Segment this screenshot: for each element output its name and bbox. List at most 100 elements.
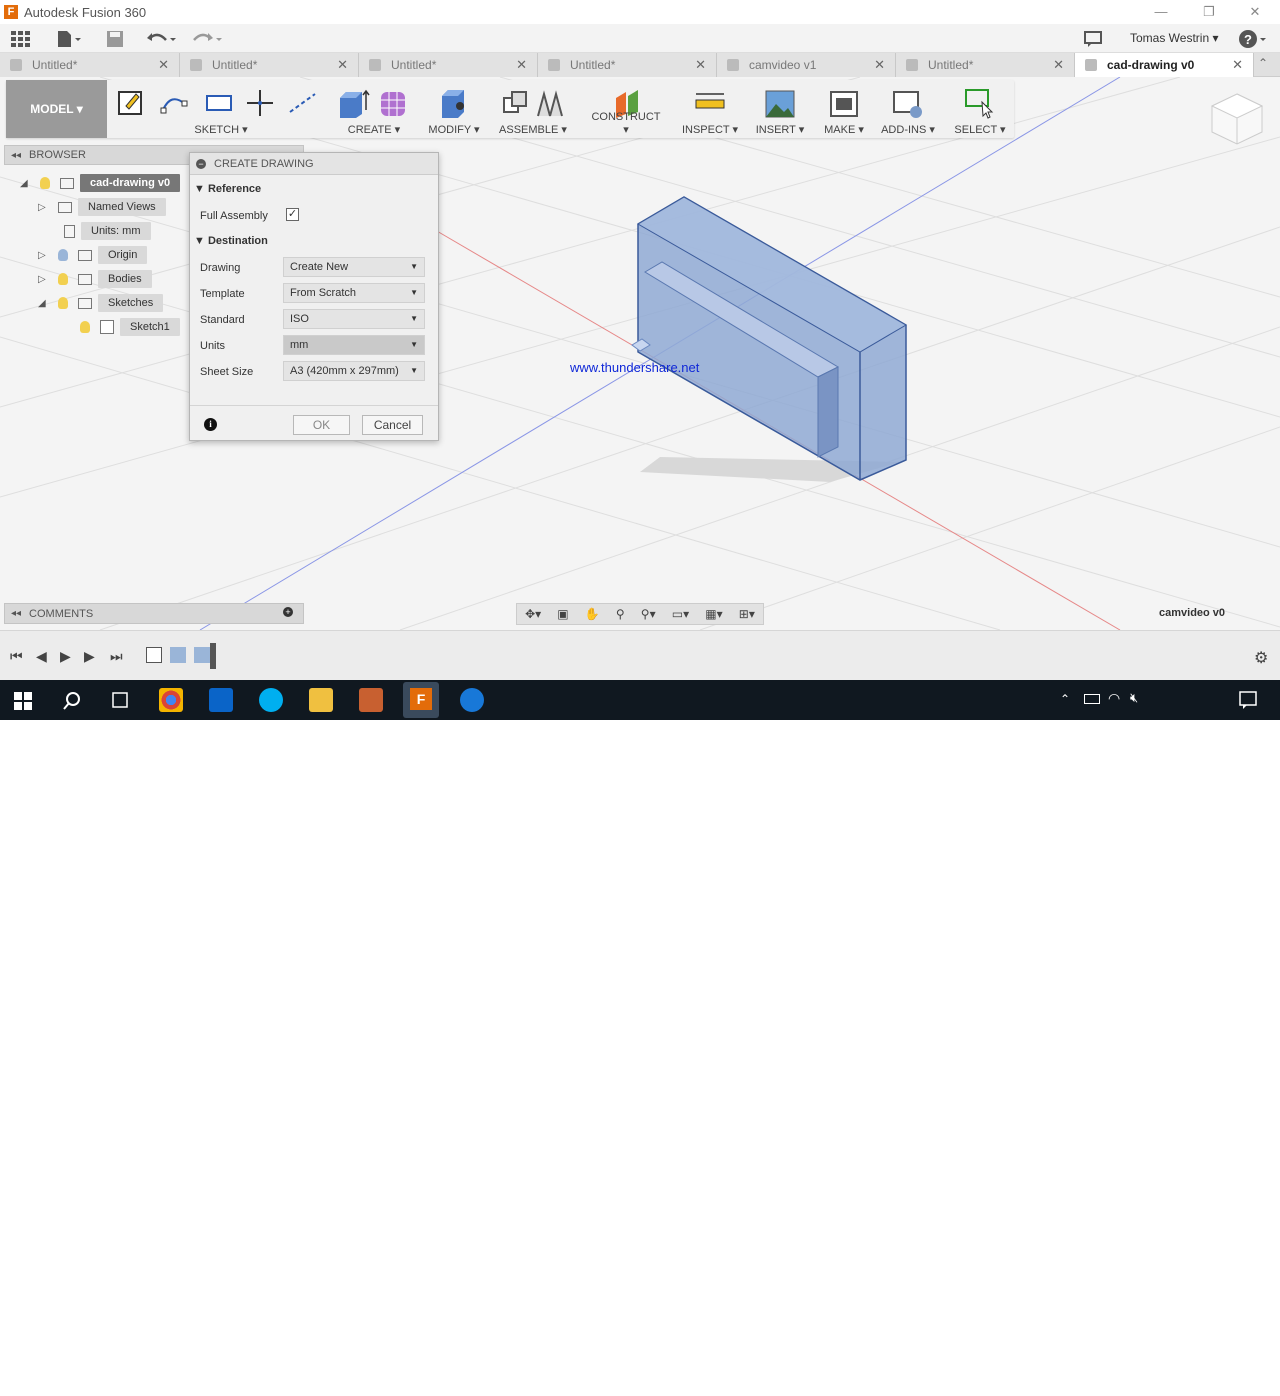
insert-menu-label[interactable]: INSERT ▾ — [752, 123, 808, 136]
browser-item-origin[interactable]: ▷ Origin — [38, 245, 148, 265]
pan-icon[interactable]: ✋ — [585, 607, 600, 621]
joint-icon[interactable] — [534, 88, 566, 120]
windows-start-icon[interactable] — [14, 692, 32, 710]
close-icon[interactable]: ✕ — [1240, 2, 1270, 22]
orbit-icon[interactable]: ✥▾ — [525, 607, 541, 621]
info-icon[interactable]: i — [204, 418, 217, 431]
scripts-addins-icon[interactable] — [892, 88, 924, 120]
3d-print-icon[interactable] — [828, 88, 860, 120]
viewports-icon[interactable]: ⊞▾ — [739, 607, 755, 621]
battery-icon[interactable] — [1084, 694, 1100, 704]
new-component-icon[interactable] — [500, 88, 530, 120]
zoom-window-icon[interactable]: ⚲▾ — [641, 607, 656, 621]
step-back-icon[interactable]: ◀ — [36, 648, 47, 665]
file-menu-icon[interactable] — [56, 28, 82, 50]
go-to-start-icon[interactable]: ⏮ — [10, 648, 23, 665]
add-ins-menu-label[interactable]: ADD-INS ▾ — [876, 123, 940, 136]
template-select[interactable]: From Scratch ▼ — [283, 283, 425, 303]
browser-item-bodies[interactable]: ▷ Bodies — [38, 269, 152, 289]
construct-group[interactable]: CONSTRUCT ▾ — [588, 80, 664, 138]
browser-item-sketches[interactable]: ◢ Sketches — [38, 293, 164, 313]
look-at-icon[interactable]: ▣ — [557, 607, 568, 621]
comments-panel-header[interactable]: ◂◂ COMMENTS + — [4, 603, 304, 624]
maximize-icon[interactable]: ❐ — [1194, 2, 1224, 22]
assemble-menu-label[interactable]: ASSEMBLE ▾ — [496, 123, 570, 136]
collapse-browser-icon[interactable]: ◂◂ — [11, 150, 21, 161]
browser-item-sketch1[interactable]: Sketch1 — [76, 317, 180, 337]
collapse-comments-icon[interactable]: ◂◂ — [11, 608, 21, 619]
measure-icon[interactable] — [694, 88, 726, 120]
play-icon[interactable]: ▶ — [60, 648, 71, 665]
skype-icon[interactable] — [259, 688, 283, 712]
sheet-size-select[interactable]: A3 (420mm x 297mm) ▼ — [283, 361, 425, 381]
rectangle-icon[interactable] — [204, 88, 232, 116]
search-icon[interactable] — [62, 691, 82, 711]
construct-menu-label[interactable]: CONSTRUCT ▾ — [588, 111, 664, 136]
zoom-icon[interactable]: ⚲ — [616, 607, 625, 621]
units-select[interactable]: mm ▼ — [283, 335, 425, 355]
insert-group[interactable]: INSERT ▾ — [752, 80, 808, 138]
timeline-extrude-feature-icon[interactable] — [170, 647, 186, 663]
ok-button[interactable]: OK — [293, 415, 350, 435]
job-status-icon[interactable] — [1084, 28, 1102, 50]
workspace-mode-button[interactable]: MODEL ▾ — [6, 80, 107, 138]
tab-close-icon[interactable]: ✕ — [1053, 57, 1064, 73]
extrude-icon[interactable] — [338, 88, 370, 120]
file-explorer-icon[interactable] — [309, 688, 333, 712]
save-icon[interactable] — [106, 28, 124, 50]
add-ins-group[interactable]: ADD-INS ▾ — [876, 80, 940, 138]
visibility-bulb-icon[interactable] — [40, 177, 50, 189]
assemble-group[interactable]: ASSEMBLE ▾ — [496, 80, 570, 138]
grid-settings-icon[interactable]: ▦▾ — [705, 607, 722, 621]
reference-section-header[interactable]: ▼ Reference — [194, 183, 261, 195]
tab-untitled-3[interactable]: Untitled* ✕ — [359, 53, 538, 77]
collapsed-triangle-icon[interactable]: ▷ — [38, 202, 48, 213]
tab-untitled-2[interactable]: Untitled* ✕ — [180, 53, 359, 77]
chrome-icon[interactable] — [159, 688, 183, 712]
form-icon[interactable] — [378, 88, 410, 120]
network-wifi-icon[interactable]: ◠ — [1108, 690, 1120, 707]
timeline-settings-gear-icon[interactable]: ⚙ — [1254, 648, 1268, 668]
collapsed-triangle-icon[interactable]: ▷ — [38, 274, 48, 285]
modify-menu-label[interactable]: MODIFY ▾ — [424, 123, 484, 136]
select-icon[interactable] — [964, 88, 996, 120]
collapse-dialog-icon[interactable]: − — [196, 158, 206, 169]
full-assembly-checkbox[interactable]: ✓ — [286, 208, 299, 221]
step-forward-icon[interactable]: ▶ — [84, 648, 95, 665]
visibility-bulb-icon[interactable] — [80, 321, 90, 333]
edge-icon[interactable] — [460, 688, 484, 712]
tab-close-icon[interactable]: ✕ — [695, 57, 706, 73]
sketch-group[interactable]: SKETCH ▾ — [112, 80, 330, 138]
fusion-360-taskbar-button[interactable]: F — [403, 682, 439, 718]
expanded-triangle-icon[interactable]: ◢ — [38, 298, 48, 309]
show-hidden-icons-icon[interactable]: ⌃ — [1060, 692, 1070, 706]
tab-untitled-5[interactable]: Untitled* ✕ — [896, 53, 1075, 77]
inspect-menu-label[interactable]: INSPECT ▾ — [678, 123, 742, 136]
tab-cad-drawing[interactable]: cad-drawing v0 ✕ — [1075, 53, 1254, 77]
go-to-end-icon[interactable]: ⏭ — [110, 648, 123, 665]
task-view-icon[interactable] — [110, 691, 130, 709]
browser-item-named-views[interactable]: ▷ Named Views — [38, 197, 166, 217]
collapsed-triangle-icon[interactable]: ▷ — [38, 250, 48, 261]
browser-item-root[interactable]: ◢ cad-drawing v0 — [20, 173, 181, 193]
construction-line-icon[interactable] — [288, 88, 316, 116]
visibility-bulb-icon[interactable] — [58, 297, 68, 309]
spline-icon[interactable] — [160, 88, 188, 116]
add-comment-icon[interactable]: + — [283, 607, 293, 617]
action-center-icon[interactable] — [1238, 690, 1258, 710]
help-icon[interactable]: ? — [1238, 28, 1268, 50]
press-pull-icon[interactable] — [438, 88, 470, 120]
visibility-bulb-icon[interactable] — [58, 249, 68, 261]
timeline-sketch-feature-icon[interactable] — [146, 647, 162, 663]
create-group[interactable]: CREATE ▾ — [336, 80, 412, 138]
inspect-group[interactable]: INSPECT ▾ — [678, 80, 742, 138]
select-group[interactable]: SELECT ▾ — [950, 80, 1010, 138]
display-settings-icon[interactable]: ▭▾ — [672, 607, 689, 621]
point-icon[interactable] — [246, 88, 274, 116]
tab-untitled-1[interactable]: Untitled* ✕ — [0, 53, 180, 77]
timeline-extrude-feature-icon[interactable] — [194, 647, 210, 663]
outlook-icon[interactable] — [209, 688, 233, 712]
tab-close-icon[interactable]: ✕ — [1232, 57, 1243, 73]
destination-section-header[interactable]: ▼ Destination — [194, 235, 268, 247]
tab-close-icon[interactable]: ✕ — [516, 57, 527, 73]
